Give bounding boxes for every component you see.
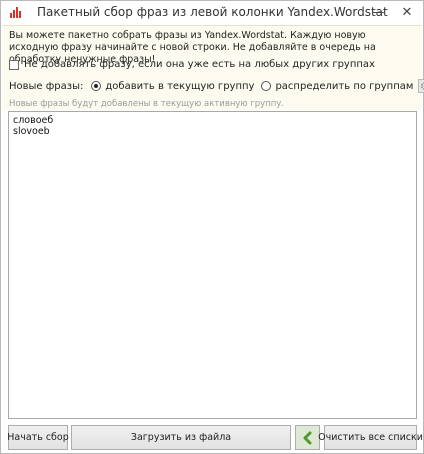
minimize-button[interactable]: — xyxy=(364,1,392,23)
new-phrases-row: Новые фразы: добавить в текущую группу р… xyxy=(9,79,424,93)
skip-existing-label: Не добавлять фразу, если она уже есть на… xyxy=(24,59,375,70)
title-bar: Пакетный сбор фраз из левой колонки Yand… xyxy=(1,1,423,25)
clear-all-button[interactable]: Очистить все списки xyxy=(318,425,423,450)
phrases-textarea[interactable]: словоеб slovoeb xyxy=(8,111,417,419)
hint-text: Новые фразы будут добавлены в текущую ак… xyxy=(9,99,285,109)
phrase-line: словоеб xyxy=(13,115,54,126)
radio-distribute-groups[interactable] xyxy=(261,81,272,91)
skip-existing-option[interactable]: Не добавлять фразу, если она уже есть на… xyxy=(9,59,375,70)
radio-distribute-groups-label[interactable]: распределить по группам xyxy=(275,81,413,92)
minimize-icon: — xyxy=(371,4,385,20)
load-from-file-button[interactable]: Загрузить из файла xyxy=(71,425,291,450)
radio-add-current-group-label[interactable]: добавить в текущую группу xyxy=(105,81,254,92)
close-icon: ✕ xyxy=(401,4,413,20)
settings-button[interactable] xyxy=(418,79,424,93)
skip-existing-checkbox[interactable] xyxy=(9,59,19,70)
radio-add-current-group[interactable] xyxy=(91,81,102,91)
close-button[interactable]: ✕ xyxy=(393,1,421,23)
dialog-window: Пакетный сбор фраз из левой колонки Yand… xyxy=(0,0,424,454)
phrase-line: slovoeb xyxy=(13,126,50,137)
bar-chart-icon xyxy=(10,7,21,18)
start-button[interactable]: Начать сбор xyxy=(7,425,69,450)
new-phrases-label: Новые фразы: xyxy=(9,80,84,92)
back-arrow-icon xyxy=(303,431,311,444)
back-button[interactable] xyxy=(295,425,320,450)
info-panel: Вы можете пакетно собрать фразы из Yande… xyxy=(2,25,424,110)
gear-icon xyxy=(421,82,424,90)
window-title: Пакетный сбор фраз из левой колонки Yand… xyxy=(37,5,388,19)
